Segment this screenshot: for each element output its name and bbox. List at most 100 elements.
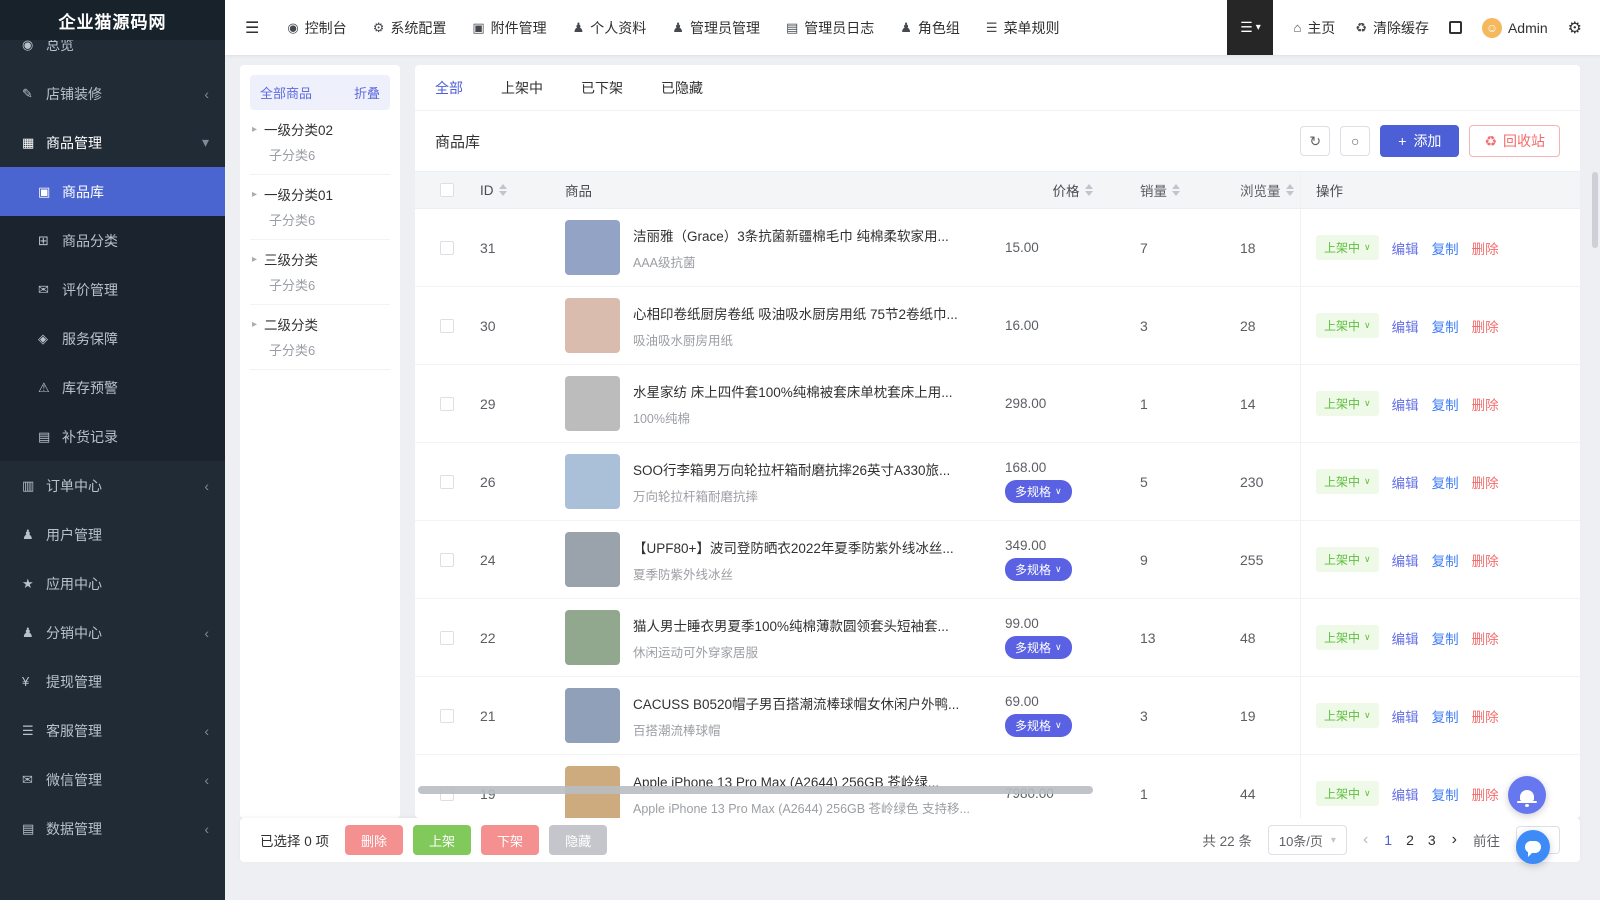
- topnav-item-profile[interactable]: ♟ 个人资料: [573, 18, 647, 38]
- tab-on-sale[interactable]: 上架中: [501, 78, 543, 98]
- category-sub-label[interactable]: 子分类6: [269, 275, 388, 294]
- horizontal-scrollbar[interactable]: [418, 786, 1093, 794]
- delete-link[interactable]: 删除: [1472, 784, 1499, 804]
- sidebar-collapse-toggle[interactable]: ☰: [245, 18, 259, 38]
- edit-link[interactable]: 编辑: [1392, 706, 1419, 726]
- collapse-button[interactable]: 折叠: [354, 83, 380, 102]
- status-dropdown[interactable]: 上架中 ∨: [1316, 703, 1379, 728]
- sidebar-item-restock-record[interactable]: ▤ 补货记录: [0, 412, 225, 461]
- edit-link[interactable]: 编辑: [1392, 550, 1419, 570]
- sidebar-item-service-guarantee[interactable]: ◈ 服务保障: [0, 314, 225, 363]
- select-all-checkbox[interactable]: [440, 183, 454, 197]
- batch-delete-button[interactable]: 删除: [345, 825, 404, 855]
- fullscreen-button[interactable]: [1448, 21, 1462, 34]
- status-dropdown[interactable]: 上架中 ∨: [1316, 625, 1379, 650]
- delete-link[interactable]: 删除: [1472, 550, 1499, 570]
- sidebar-item-user-manage[interactable]: ♟ 用户管理: [0, 510, 225, 559]
- edit-link[interactable]: 编辑: [1392, 628, 1419, 648]
- row-checkbox[interactable]: [440, 630, 454, 645]
- prev-page-button[interactable]: ‹: [1363, 831, 1368, 849]
- sidebar-item-service-manage[interactable]: ☰ 客服管理 ‹: [0, 706, 225, 755]
- sidebar-item-review-manage[interactable]: ✉ 评价管理: [0, 265, 225, 314]
- category-tree-item[interactable]: ▸ 一级分类01 子分类6: [250, 175, 390, 240]
- edit-link[interactable]: 编辑: [1392, 238, 1419, 258]
- status-dropdown[interactable]: 上架中 ∨: [1316, 391, 1379, 416]
- edit-link[interactable]: 编辑: [1392, 316, 1419, 336]
- topnav-item-admin-manage[interactable]: ♟ 管理员管理: [672, 18, 760, 38]
- row-checkbox[interactable]: [440, 708, 454, 723]
- add-button[interactable]: + 添加: [1380, 125, 1460, 157]
- delete-link[interactable]: 删除: [1472, 316, 1499, 336]
- all-products-button[interactable]: 全部商品: [260, 83, 312, 102]
- home-link[interactable]: ⌂ 主页: [1293, 18, 1335, 38]
- page-number[interactable]: 3: [1428, 832, 1436, 848]
- category-tree-item[interactable]: ▸ 一级分类02 子分类6: [250, 110, 390, 175]
- sidebar-item-data-manage[interactable]: ▤ 数据管理 ‹: [0, 804, 225, 853]
- sidebar-item-distribution-center[interactable]: ♟ 分销中心 ‹: [0, 608, 225, 657]
- topnav-item-system-config[interactable]: ⚙ 系统配置: [373, 18, 447, 38]
- status-dropdown[interactable]: 上架中 ∨: [1316, 781, 1379, 806]
- delete-link[interactable]: 删除: [1472, 472, 1499, 492]
- sidebar-item-stock-warning[interactable]: ⚠ 库存预警: [0, 363, 225, 412]
- copy-link[interactable]: 复制: [1432, 316, 1459, 336]
- copy-link[interactable]: 复制: [1432, 472, 1459, 492]
- recycle-bin-button[interactable]: ♻ 回收站: [1469, 125, 1560, 157]
- sidebar-item-app-center[interactable]: ★ 应用中心: [0, 559, 225, 608]
- edit-link[interactable]: 编辑: [1392, 394, 1419, 414]
- topnav-item-menu-rules[interactable]: ☰ 菜单规则: [986, 18, 1060, 38]
- sidebar-item-shop-design[interactable]: ✎ 店铺装修 ‹: [0, 69, 225, 118]
- topnav-item-role-group[interactable]: ♟ 角色组: [900, 18, 960, 38]
- sidebar-item-product-category[interactable]: ⊞ 商品分类: [0, 216, 225, 265]
- multi-spec-tag[interactable]: 多规格 ∨: [1005, 714, 1072, 737]
- category-tree-item[interactable]: ▸ 二级分类 子分类6: [250, 305, 390, 370]
- edit-link[interactable]: 编辑: [1392, 784, 1419, 804]
- topnav-item-admin-logs[interactable]: ▤ 管理员日志: [786, 18, 874, 38]
- batch-put-on-button[interactable]: 上架: [413, 825, 472, 855]
- sort-icon[interactable]: [1285, 184, 1294, 196]
- multi-spec-tag[interactable]: 多规格 ∨: [1005, 558, 1072, 581]
- page-size-select[interactable]: 10条/页 ▾: [1267, 825, 1347, 855]
- admin-menu[interactable]: Admin: [1481, 17, 1548, 38]
- sidebar-item-product-library[interactable]: ▣ 商品库: [0, 167, 225, 216]
- next-page-button[interactable]: ›: [1452, 831, 1457, 849]
- delete-link[interactable]: 删除: [1472, 394, 1499, 414]
- status-dropdown[interactable]: 上架中 ∨: [1316, 235, 1379, 260]
- sort-icon[interactable]: [1172, 184, 1180, 196]
- delete-link[interactable]: 删除: [1472, 706, 1499, 726]
- category-sub-label[interactable]: 子分类6: [269, 210, 388, 229]
- delete-link[interactable]: 删除: [1472, 628, 1499, 648]
- tab-off-sale[interactable]: 已下架: [581, 78, 623, 98]
- sidebar-item-order-center[interactable]: ▥ 订单中心 ‹: [0, 461, 225, 510]
- vertical-scrollbar[interactable]: [1592, 172, 1598, 248]
- status-dropdown[interactable]: 上架中 ∨: [1316, 313, 1379, 338]
- page-number[interactable]: 2: [1406, 832, 1414, 848]
- copy-link[interactable]: 复制: [1432, 706, 1459, 726]
- delete-link[interactable]: 删除: [1472, 238, 1499, 258]
- batch-take-off-button[interactable]: 下架: [481, 825, 540, 855]
- chat-fab[interactable]: [1516, 830, 1550, 864]
- topnav-item-dashboard[interactable]: ◉ 控制台: [287, 18, 346, 38]
- batch-hide-button[interactable]: 隐藏: [549, 825, 608, 855]
- tab-hidden[interactable]: 已隐藏: [661, 78, 703, 98]
- edit-link[interactable]: 编辑: [1392, 472, 1419, 492]
- clear-cache-button[interactable]: ♻ 清除缓存: [1355, 18, 1429, 38]
- nav-menu-toggle[interactable]: ☰ ▾: [1227, 0, 1274, 55]
- status-dropdown[interactable]: 上架中 ∨: [1316, 469, 1379, 494]
- row-checkbox[interactable]: [440, 318, 454, 333]
- status-dropdown[interactable]: 上架中 ∨: [1316, 547, 1379, 572]
- copy-link[interactable]: 复制: [1432, 628, 1459, 648]
- copy-link[interactable]: 复制: [1432, 238, 1459, 258]
- row-checkbox[interactable]: [440, 552, 454, 567]
- row-checkbox[interactable]: [440, 240, 454, 255]
- expand-button[interactable]: ○: [1340, 126, 1371, 156]
- copy-link[interactable]: 复制: [1432, 394, 1459, 414]
- multi-spec-tag[interactable]: 多规格 ∨: [1005, 636, 1072, 659]
- category-sub-label[interactable]: 子分类6: [269, 340, 388, 359]
- category-tree-item[interactable]: ▸ 三级分类 子分类6: [250, 240, 390, 305]
- row-checkbox[interactable]: [440, 396, 454, 411]
- row-checkbox[interactable]: [440, 474, 454, 489]
- notifications-fab[interactable]: [1508, 776, 1546, 814]
- sort-icon[interactable]: [498, 184, 507, 196]
- tab-all[interactable]: 全部: [435, 78, 463, 98]
- copy-link[interactable]: 复制: [1432, 784, 1459, 804]
